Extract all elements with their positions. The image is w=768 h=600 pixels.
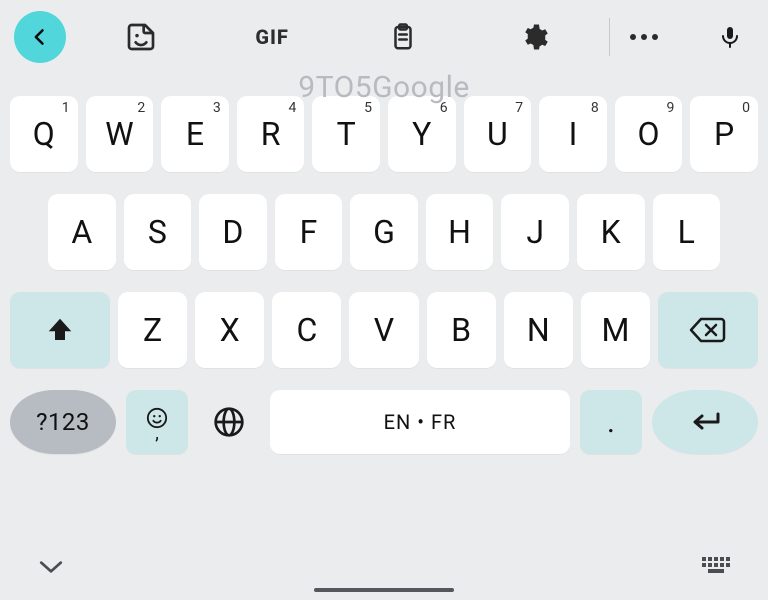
shift-key[interactable]: [10, 292, 110, 368]
spacebar[interactable]: EN • FR: [270, 390, 570, 454]
suggestion-toolbar: GIF: [0, 0, 768, 74]
chevron-left-icon: [30, 27, 50, 47]
key-row-1: Q1 W2 E3 R4 T5 Y6 U7 I8 O9 P0: [10, 96, 758, 172]
numbers-key[interactable]: ?123: [10, 390, 116, 454]
key-x[interactable]: X: [195, 292, 264, 368]
key-y[interactable]: Y6: [388, 96, 456, 172]
key-h[interactable]: H: [426, 194, 494, 270]
backspace-icon: [689, 316, 727, 344]
more-button[interactable]: [620, 13, 668, 61]
key-i[interactable]: I8: [539, 96, 607, 172]
key-k[interactable]: K: [577, 194, 645, 270]
key-v[interactable]: V: [349, 292, 418, 368]
key-o[interactable]: O9: [615, 96, 683, 172]
keyboard-mode-button[interactable]: [702, 557, 730, 577]
enter-icon: [688, 410, 722, 434]
key-e[interactable]: E3: [161, 96, 229, 172]
gesture-handle[interactable]: [314, 588, 454, 592]
key-z[interactable]: Z: [118, 292, 187, 368]
more-horizontal-icon: [629, 33, 659, 41]
keyboard: Q1 W2 E3 R4 T5 Y6 U7 I8 O9 P0 A S D F G …: [0, 96, 768, 454]
key-a[interactable]: A: [48, 194, 116, 270]
toolbar-center: GIF: [66, 13, 609, 61]
enter-key[interactable]: [652, 390, 758, 454]
period-key[interactable]: .: [580, 390, 642, 454]
clipboard-button[interactable]: [379, 13, 427, 61]
toolbar-right: [610, 13, 754, 61]
shift-icon: [45, 315, 75, 345]
collapse-keyboard-button[interactable]: [38, 558, 64, 576]
voice-input-button[interactable]: [706, 13, 754, 61]
gear-icon: [519, 22, 549, 52]
key-g[interactable]: G: [350, 194, 418, 270]
key-row-2: A S D F G H J K L: [10, 194, 758, 270]
key-w[interactable]: W2: [86, 96, 154, 172]
backspace-key[interactable]: [658, 292, 758, 368]
key-f[interactable]: F: [275, 194, 343, 270]
gif-button[interactable]: GIF: [248, 13, 296, 61]
key-row-3: Z X C V B N M: [10, 292, 758, 368]
key-j[interactable]: J: [501, 194, 569, 270]
language-key[interactable]: [198, 390, 260, 454]
key-q[interactable]: Q1: [10, 96, 78, 172]
clipboard-icon: [388, 22, 418, 52]
key-c[interactable]: C: [272, 292, 341, 368]
settings-button[interactable]: [510, 13, 558, 61]
sticker-icon: [125, 21, 157, 53]
key-m[interactable]: M: [581, 292, 650, 368]
key-n[interactable]: N: [504, 292, 573, 368]
key-s[interactable]: S: [124, 194, 192, 270]
microphone-icon: [718, 22, 742, 52]
keyboard-grid-icon: [702, 557, 730, 577]
emoji-key[interactable]: ,: [126, 390, 188, 454]
comma-label: ,: [155, 431, 159, 437]
globe-icon: [213, 406, 245, 438]
key-r[interactable]: R4: [237, 96, 305, 172]
key-t[interactable]: T5: [312, 96, 380, 172]
chevron-down-icon: [38, 558, 64, 576]
key-row-4: ?123 , EN • FR .: [10, 390, 758, 454]
key-l[interactable]: L: [653, 194, 721, 270]
key-d[interactable]: D: [199, 194, 267, 270]
sticker-button[interactable]: [117, 13, 165, 61]
key-b[interactable]: B: [427, 292, 496, 368]
key-p[interactable]: P0: [690, 96, 758, 172]
key-u[interactable]: U7: [464, 96, 532, 172]
back-button[interactable]: [14, 11, 66, 63]
